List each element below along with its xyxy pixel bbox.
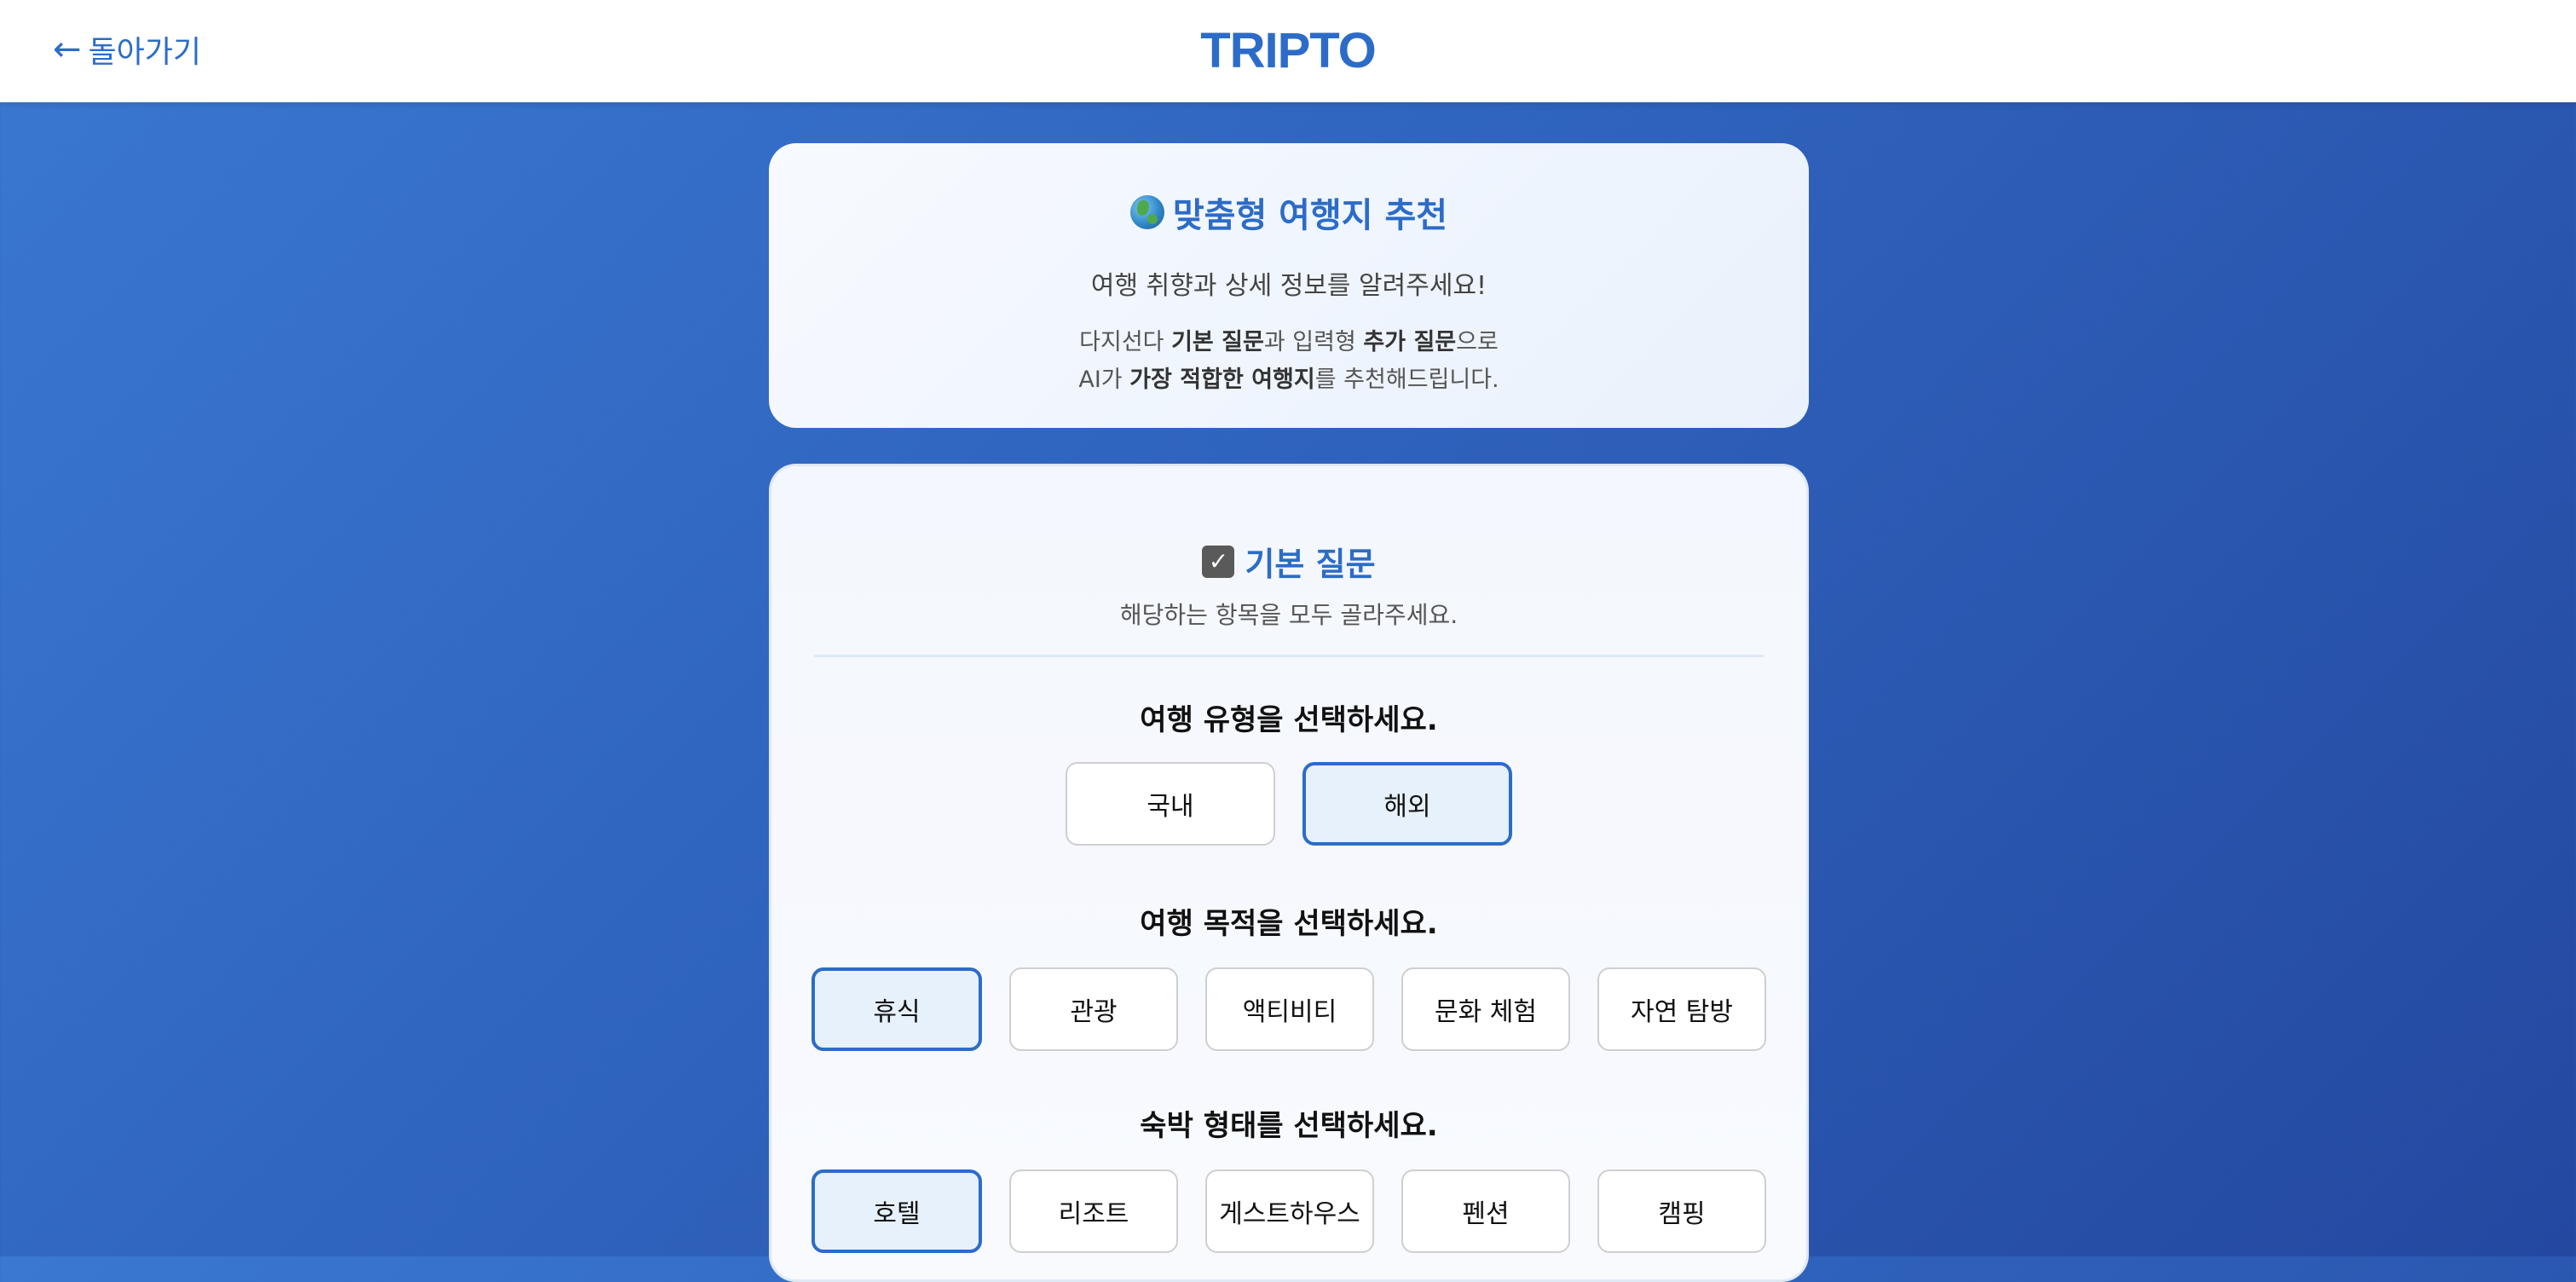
intro-card: 맞춤형 여행지 추천 여행 취향과 상세 정보를 알려주세요! 다지선다 기본 … (769, 143, 1809, 428)
question-accommodation-label: 숙박 형태를 선택하세요. (1140, 1109, 1438, 1143)
option-domestic[interactable]: 국내 (1066, 762, 1275, 846)
question-travel-purpose-label: 여행 목적을 선택하세요. (1140, 907, 1438, 941)
option-nature[interactable]: 자연 탐방 (1597, 967, 1766, 1051)
intro-subtitle: 여행 취향과 상세 정보를 알려주세요! (1090, 271, 1487, 301)
option-culture[interactable]: 문화 체험 (1401, 967, 1570, 1051)
option-guesthouse[interactable]: 게스트하우스 (1205, 1169, 1374, 1253)
top-header: ← 돌아가기 TRIPTO (0, 0, 2576, 102)
accommodation-options: 호텔 리조트 게스트하우스 펜션 캠핑 (771, 1169, 1806, 1253)
travel-purpose-options: 휴식 관광 액티비티 문화 체험 자연 탐방 (771, 967, 1806, 1051)
desc-text: 과 입력형 (1263, 329, 1364, 355)
desc-text: AI가 (1078, 367, 1130, 393)
desc-text: 다지선다 (1079, 329, 1172, 355)
desc-bold: 추가 질문 (1363, 329, 1457, 355)
basic-questions-title: ✓ 기본 질문 (771, 538, 1806, 585)
option-activity[interactable]: 액티비티 (1205, 967, 1374, 1051)
desc-text: 를 추천해드립니다. (1314, 367, 1499, 393)
option-overseas[interactable]: 해외 (1302, 762, 1512, 846)
option-hotel[interactable]: 호텔 (811, 1169, 982, 1253)
basic-questions-subtitle: 해당하는 항목을 모두 골라주세요. (1119, 601, 1458, 629)
intro-desc-line2: AI가 가장 적합한 여행지를 추천해드립니다. (769, 361, 1809, 399)
logo[interactable]: TRIPTO (0, 22, 2576, 79)
option-sightseeing[interactable]: 관광 (1009, 967, 1178, 1051)
basic-title-text: 기본 질문 (1245, 546, 1376, 583)
intro-desc-line1: 다지선다 기본 질문과 입력형 추가 질문으로 (769, 324, 1809, 361)
option-pension[interactable]: 펜션 (1401, 1169, 1570, 1253)
globe-icon (1129, 195, 1164, 229)
option-camping[interactable]: 캠핑 (1597, 1169, 1766, 1253)
travel-type-options: 국내 해외 (771, 762, 1806, 846)
desc-text: 으로 (1456, 329, 1499, 355)
checkbox-icon: ✓ (1202, 545, 1235, 578)
intro-title-text: 맞춤형 여행지 추천 (1172, 196, 1448, 235)
question-travel-type-label: 여행 유형을 선택하세요. (1140, 703, 1438, 737)
intro-description: 다지선다 기본 질문과 입력형 추가 질문으로 AI가 가장 적합한 여행지를 … (769, 324, 1809, 399)
intro-title: 맞춤형 여행지 추천 (769, 188, 1809, 237)
divider (814, 655, 1764, 657)
desc-bold: 가장 적합한 여행지 (1129, 367, 1315, 393)
option-resort[interactable]: 리조트 (1009, 1169, 1178, 1253)
basic-questions-card: ✓ 기본 질문 해당하는 항목을 모두 골라주세요. 여행 유형을 선택하세요.… (769, 464, 1809, 1282)
desc-bold: 기본 질문 (1171, 329, 1264, 355)
option-rest[interactable]: 휴식 (811, 967, 982, 1051)
